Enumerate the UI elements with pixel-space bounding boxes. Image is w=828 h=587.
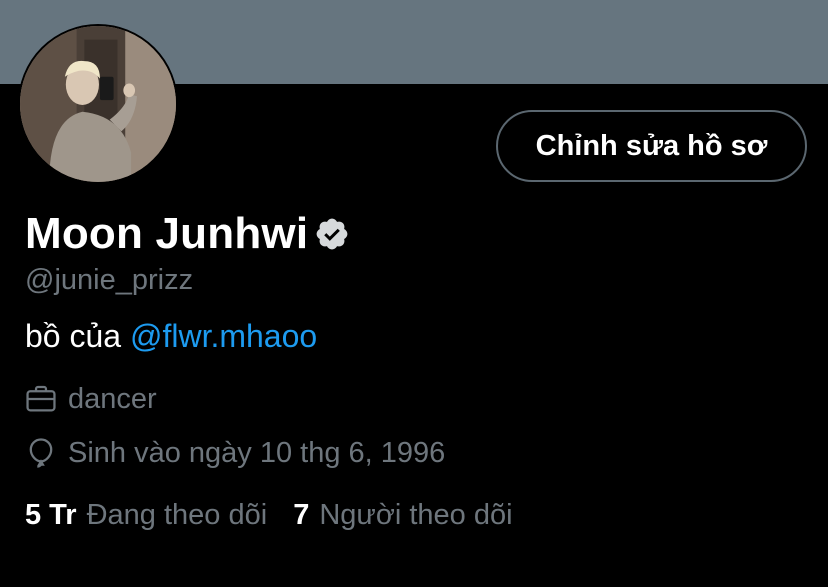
following-label: Đang theo dõi [86, 499, 268, 531]
bio-mention-link[interactable]: @flwr.mhaoo [130, 318, 317, 354]
birthday-text: Sinh vào ngày 10 thg 6, 1996 [68, 436, 446, 469]
name-row: Moon Junhwi [25, 206, 350, 262]
followers-label: Người theo dõi [319, 499, 513, 531]
profession-row: dancer [24, 382, 157, 416]
verified-badge-icon[interactable] [314, 216, 350, 252]
bio-text: bồ của [25, 318, 130, 354]
following-link[interactable]: 5 Tr Đang theo dõi [25, 499, 267, 532]
avatar[interactable] [18, 24, 178, 184]
briefcase-icon [26, 385, 56, 412]
display-name: Moon Junhwi [25, 209, 309, 258]
profile-page: Chỉnh sửa hồ sơ Moon Junhwi @junie_prizz… [0, 0, 828, 587]
birthday-row: Sinh vào ngày 10 thg 6, 1996 [24, 436, 445, 470]
bio: bồ của @flwr.mhaoo [25, 318, 317, 355]
avatar-photo [20, 26, 176, 182]
user-handle: @junie_prizz [25, 264, 194, 296]
balloon-icon [29, 438, 53, 468]
edit-profile-button[interactable]: Chỉnh sửa hồ sơ [496, 110, 807, 182]
followers-link[interactable]: 7 Người theo dõi [293, 499, 512, 532]
followers-count: 7 [293, 499, 310, 531]
following-count: 5 Tr [25, 499, 77, 531]
follow-stats: 5 Tr Đang theo dõi 7 Người theo dõi [25, 499, 513, 532]
profession-text: dancer [68, 382, 157, 415]
